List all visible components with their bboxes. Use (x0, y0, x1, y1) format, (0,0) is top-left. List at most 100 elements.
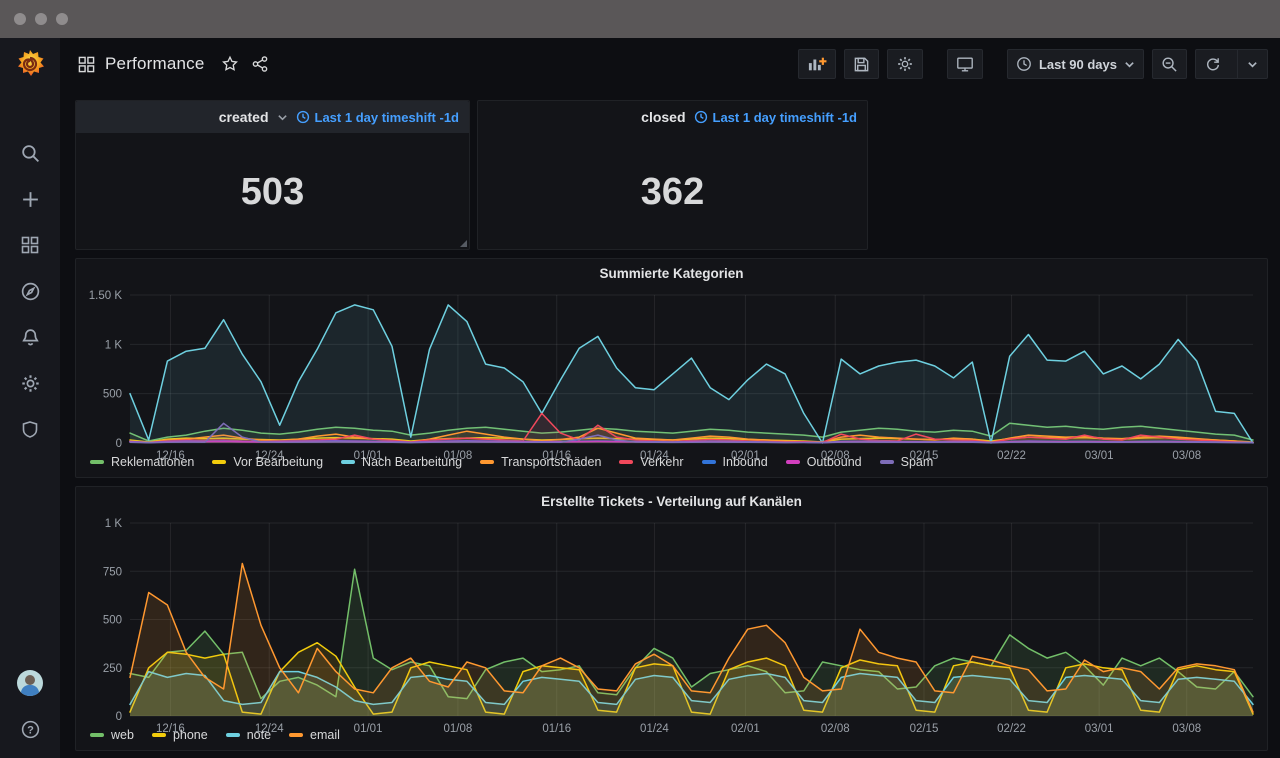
page-title[interactable]: Performance (105, 54, 205, 74)
admin-shield-icon[interactable] (10, 418, 50, 440)
stat-value-closed: 362 (641, 171, 704, 214)
legend-color-swatch (702, 460, 716, 464)
stat-panel-created-header[interactable]: created Last 1 day timeshift -1d (76, 101, 469, 133)
grafana-logo-icon[interactable] (0, 38, 60, 90)
alerting-bell-icon[interactable] (10, 326, 50, 348)
panel-title[interactable]: created (219, 109, 269, 125)
stat-panel-created: created Last 1 day timeshift -1d (75, 100, 470, 250)
time-range-label: Last 90 days (1039, 57, 1117, 72)
legend-item-web[interactable]: web (90, 728, 134, 742)
legend-color-swatch (90, 733, 104, 737)
legend-color-swatch (786, 460, 800, 464)
dashboard-navbar: Performance (60, 38, 1280, 90)
chart-plot-area[interactable]: 12/1612/2401/0101/0801/1601/2402/0102/08… (76, 515, 1267, 726)
chart-plot-area[interactable]: 12/1612/2401/0101/0801/1601/2402/0102/08… (76, 287, 1267, 453)
window-close-button[interactable] (14, 13, 26, 25)
save-dashboard-button[interactable] (844, 49, 879, 79)
legend-item-spam[interactable]: Spam (880, 455, 934, 469)
y-axis-tick-label: 1 K (105, 339, 123, 351)
kiosk-mode-button[interactable] (947, 49, 983, 79)
refresh-dashboard-button[interactable] (1196, 50, 1230, 78)
chevron-down-icon (1124, 59, 1135, 70)
legend-label: Vor Bearbeitung (233, 455, 323, 469)
legend-color-swatch (341, 460, 355, 464)
share-icon[interactable] (251, 55, 269, 73)
user-avatar[interactable] (17, 670, 43, 696)
y-axis-tick-label: 750 (103, 566, 122, 578)
legend-color-swatch (619, 460, 633, 464)
time-range-picker[interactable]: Last 90 days (1007, 49, 1144, 79)
dashboard-canvas: created Last 1 day timeshift -1d (60, 90, 1280, 758)
timeshift-clock-icon (296, 110, 310, 124)
legend-label: Nach Bearbeitung (362, 455, 462, 469)
legend-item-transportsch-den[interactable]: Transportschäden (480, 455, 601, 469)
timeshift-info: Last 1 day timeshift -1d (694, 110, 857, 125)
search-icon[interactable] (10, 142, 50, 164)
legend-label: Reklemationen (111, 455, 194, 469)
refresh-button-group (1195, 49, 1268, 79)
legend-color-swatch (212, 460, 226, 464)
panel-title[interactable]: Erstellte Tickets - Verteilung auf Kanäl… (76, 487, 1267, 515)
sidebar: ? (0, 38, 60, 758)
explore-compass-icon[interactable] (10, 280, 50, 302)
app-window: ? Performance (0, 0, 1280, 758)
window-zoom-button[interactable] (56, 13, 68, 25)
legend-item-email[interactable]: email (289, 728, 340, 742)
legend-label: note (247, 728, 271, 742)
window-minimize-button[interactable] (35, 13, 47, 25)
legend-item-vor-bearbeitung[interactable]: Vor Bearbeitung (212, 455, 323, 469)
y-axis-tick-label: 250 (103, 663, 122, 675)
legend-item-phone[interactable]: phone (152, 728, 208, 742)
legend-color-swatch (880, 460, 894, 464)
panel-resize-handle[interactable] (460, 240, 467, 247)
legend-label: email (310, 728, 340, 742)
dashboard-grid-icon[interactable] (78, 56, 95, 73)
stat-value-created: 503 (241, 171, 304, 214)
zoom-out-time-button[interactable] (1152, 49, 1187, 79)
y-axis-tick-label: 500 (103, 615, 122, 627)
refresh-interval-chevron[interactable] (1237, 50, 1267, 78)
star-favorite-icon[interactable] (221, 55, 239, 73)
chart-legend: web phone note email (76, 726, 1267, 750)
legend-label: Transportschäden (501, 455, 601, 469)
add-panel-button[interactable] (798, 49, 836, 79)
panel-title[interactable]: closed (641, 109, 685, 125)
legend-item-verkehr[interactable]: Verkehr (619, 455, 683, 469)
legend-color-swatch (226, 733, 240, 737)
panel-title[interactable]: Summierte Kategorien (76, 259, 1267, 287)
stat-panel-closed: closed Last 1 day timeshift -1d 362 (477, 100, 868, 250)
y-axis-tick-label: 1 K (105, 518, 123, 530)
legend-item-note[interactable]: note (226, 728, 271, 742)
legend-item-inbound[interactable]: Inbound (702, 455, 768, 469)
clock-icon (1016, 56, 1032, 72)
legend-item-outbound[interactable]: Outbound (786, 455, 862, 469)
window-titlebar (0, 0, 1280, 38)
y-axis-tick-label: 1.50 K (89, 290, 123, 302)
panel-erstellte-tickets: Erstellte Tickets - Verteilung auf Kanäl… (75, 486, 1268, 751)
legend-label: Spam (901, 455, 934, 469)
timeshift-info: Last 1 day timeshift -1d (296, 110, 459, 125)
y-axis-tick-label: 0 (116, 711, 122, 723)
panel-menu-chevron-icon[interactable] (277, 112, 288, 123)
legend-item-nach-bearbeitung[interactable]: Nach Bearbeitung (341, 455, 462, 469)
dashboard-settings-button[interactable] (887, 49, 923, 79)
help-icon[interactable]: ? (10, 718, 50, 740)
legend-label: phone (173, 728, 208, 742)
legend-color-swatch (480, 460, 494, 464)
timeshift-clock-icon (694, 110, 708, 124)
legend-color-swatch (289, 733, 303, 737)
legend-label: Outbound (807, 455, 862, 469)
legend-label: Verkehr (640, 455, 683, 469)
create-plus-icon[interactable] (10, 188, 50, 210)
legend-color-swatch (90, 460, 104, 464)
legend-label: Inbound (723, 455, 768, 469)
legend-item-reklemationen[interactable]: Reklemationen (90, 455, 194, 469)
legend-label: web (111, 728, 134, 742)
y-axis-tick-label: 0 (116, 438, 122, 450)
chart-legend: Reklemationen Vor Bearbeitung Nach Bearbei… (76, 453, 1267, 477)
stat-panel-closed-header[interactable]: closed Last 1 day timeshift -1d (478, 101, 867, 133)
settings-gear-icon[interactable] (10, 372, 50, 394)
dashboards-icon[interactable] (10, 234, 50, 256)
y-axis-tick-label: 500 (103, 389, 122, 401)
panel-summierte-kategorien: Summierte Kategorien 12/1612/2401/0101/0… (75, 258, 1268, 478)
